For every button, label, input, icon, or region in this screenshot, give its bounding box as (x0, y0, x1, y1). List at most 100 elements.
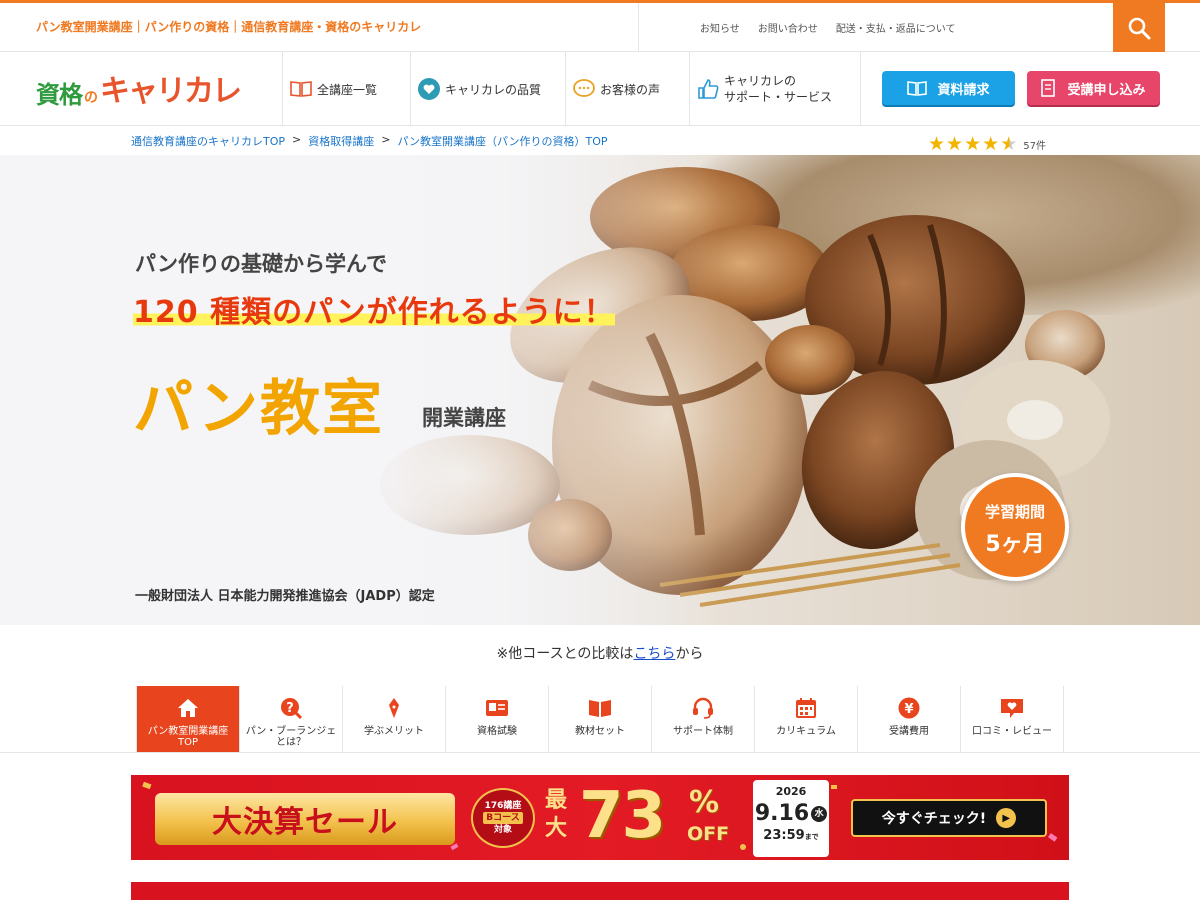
nav-all-courses[interactable]: 全講座一覧 (282, 52, 410, 126)
nav-support[interactable]: キャリカレの サポート・サービス (689, 52, 861, 126)
course-nav-merit[interactable]: 学ぶメリット (343, 686, 446, 752)
open-book-icon (907, 81, 928, 96)
course-nav-reviews[interactable]: 口コミ・レビュー (961, 686, 1064, 752)
sale-percent: 73 (579, 779, 666, 853)
sale-off: OFF (687, 823, 730, 845)
search-button[interactable] (1113, 3, 1165, 52)
nav-quality[interactable]: キャリカレの品質 (410, 52, 565, 126)
hero-subtitle: パン作りの基礎から学んで (135, 252, 387, 276)
deadline-date: 9.16 (754, 801, 810, 826)
open-book-icon (588, 696, 612, 720)
sale-check-button[interactable]: 今すぐチェック! ▶ (851, 799, 1047, 837)
apply-button-label: 受講申し込み (1067, 82, 1146, 98)
pen-icon (382, 696, 406, 720)
nav-label: お客様の声 (600, 82, 661, 97)
course-nav-about[interactable]: ? パン・ブーランジェ とは？ (240, 686, 343, 752)
course-rating[interactable]: ★ ★ ★ ★ ★ 57件 (928, 133, 1046, 155)
deadline-year: 2026 (775, 785, 807, 798)
study-period-label: 学習期間 (984, 503, 1045, 521)
yen-icon: ¥ (897, 696, 921, 720)
search-icon (1128, 17, 1151, 39)
badge-course-type: Bコース (483, 812, 523, 824)
deadline-time: 23:59 (763, 828, 805, 843)
course-nav-curriculum[interactable]: カリキュラム (755, 686, 858, 752)
course-nav-label: パン教室開業講座 TOP (147, 726, 229, 748)
id-card-icon (485, 696, 509, 720)
badge-target: 対象 (493, 825, 512, 835)
request-materials-button[interactable]: 資料請求 (882, 71, 1015, 105)
deadline-date-row: 9.16 水 (753, 801, 829, 826)
study-period-badge: 学習期間 5ヶ月 (961, 473, 1069, 581)
nav-label: キャリカレの品質 (445, 82, 542, 97)
request-button-label: 資料請求 (937, 82, 990, 98)
deadline-time-suffix: まで (804, 833, 819, 841)
star-icon: ★ (946, 133, 964, 155)
book-icon (289, 77, 313, 101)
svg-text:¥: ¥ (904, 702, 913, 717)
course-nav: パン教室開業講座 TOP ? パン・ブーランジェ とは？ 学ぶメリット 資格試験… (136, 686, 1064, 752)
course-nav-label: 受講費用 (889, 726, 929, 737)
thumbs-up-icon (696, 77, 720, 101)
deadline-weekday: 水 (811, 806, 828, 822)
breadcrumb-separator: > (292, 133, 302, 146)
course-nav-support[interactable]: サポート体制 (652, 686, 755, 752)
secondary-banner[interactable] (131, 882, 1069, 900)
course-nav-label: サポート体制 (673, 726, 733, 737)
application-form-icon (1041, 79, 1056, 97)
site-logo[interactable]: 資格 の キャリカレ (36, 70, 242, 110)
course-nav-fees[interactable]: ¥ 受講費用 (858, 686, 961, 752)
half-star-icon: ★ (1000, 133, 1018, 155)
compare-note: ※他コースとの比較はこちらから (0, 643, 1200, 663)
sale-title: 大決算セール (212, 805, 398, 840)
shipping-link[interactable]: 配送・支払・返品について (836, 20, 956, 35)
main-nav: 全講座一覧 キャリカレの品質 お客様の声 キャリカレの サポート・サービス (282, 52, 861, 126)
sale-ribbon: 大決算セール (155, 793, 455, 845)
contact-link[interactable]: お問い合わせ (758, 20, 818, 35)
apply-button[interactable]: 受講申し込み (1027, 71, 1160, 105)
logo-part-3: キャリカレ (100, 74, 242, 109)
play-arrow-icon: ▶ (996, 808, 1017, 828)
site-tagline: パン教室開業講座｜パン作りの資格｜通信教育講座・資格のキャリカレ (36, 20, 422, 34)
top-links: お知らせ お問い合わせ 配送・支払・返品について (700, 20, 956, 35)
sale-check-label: 今すぐチェック! (881, 811, 987, 827)
divider (638, 3, 639, 52)
site-header: 資格 の キャリカレ 全講座一覧 キャリカレの品質 お客様の声 キャリカレの サ… (0, 52, 1200, 126)
sale-deadline: 2026 9.16 水 23:59まで (753, 780, 829, 857)
compare-link[interactable]: こちら (633, 646, 675, 662)
review-heart-icon (1000, 696, 1024, 720)
hero-banner: パン作りの基礎から学んで 120 種類のパンが作れるように！ パン教室 開業講座… (0, 155, 1200, 625)
news-link[interactable]: お知らせ (700, 20, 740, 35)
course-nav-label: パン・ブーランジェ とは？ (245, 726, 337, 748)
headset-icon (691, 696, 715, 720)
review-count: 57件 (1023, 140, 1046, 152)
breadcrumb: 通信教育講座のキャリカレTOP > 資格取得講座 > パン教室開業講座（パン作り… (131, 133, 608, 149)
course-nav-materials[interactable]: 教材セット (549, 686, 652, 752)
home-icon (176, 696, 200, 720)
certification-text: 一般財団法人 日本能力開発推進協会（JADP）認定 (135, 589, 435, 604)
top-bar: パン教室開業講座｜パン作りの資格｜通信教育講座・資格のキャリカレ お知らせ お問… (0, 0, 1200, 52)
breadcrumb-current[interactable]: パン教室開業講座（パン作りの資格）TOP (397, 133, 607, 149)
breadcrumb-separator: > (381, 133, 391, 146)
breadcrumb-category[interactable]: 資格取得講座 (308, 133, 374, 149)
calendar-icon (794, 696, 818, 720)
compare-suffix: から (675, 646, 704, 662)
deadline-time-row: 23:59まで (753, 828, 829, 843)
course-nav-label: 学ぶメリット (364, 726, 424, 737)
hero-title-suffix: 開業講座 (422, 406, 506, 430)
question-icon: ? (279, 696, 303, 720)
breadcrumb-home[interactable]: 通信教育講座のキャリカレTOP (131, 133, 285, 149)
hero-title: パン教室 (133, 374, 384, 444)
logo-part-2: の (84, 90, 98, 106)
course-nav-exam[interactable]: 資格試験 (446, 686, 549, 752)
course-nav-top[interactable]: パン教室開業講座 TOP (137, 686, 240, 752)
nav-label: キャリカレの サポート・サービス (724, 74, 833, 104)
nav-voices[interactable]: お客様の声 (565, 52, 689, 126)
course-nav-label: 教材セット (575, 726, 625, 737)
svg-text:?: ? (286, 701, 294, 716)
compare-prefix: ※他コースとの比較は (496, 646, 634, 662)
sale-max-label: 最大 (544, 788, 567, 841)
sale-banner[interactable]: 大決算セール 176講座 Bコース 対象 最大 73 % OFF 2026 9.… (131, 775, 1069, 860)
course-nav-label: カリキュラム (776, 726, 836, 737)
course-nav-label: 資格試験 (477, 726, 517, 737)
star-icon: ★ (982, 133, 1000, 155)
